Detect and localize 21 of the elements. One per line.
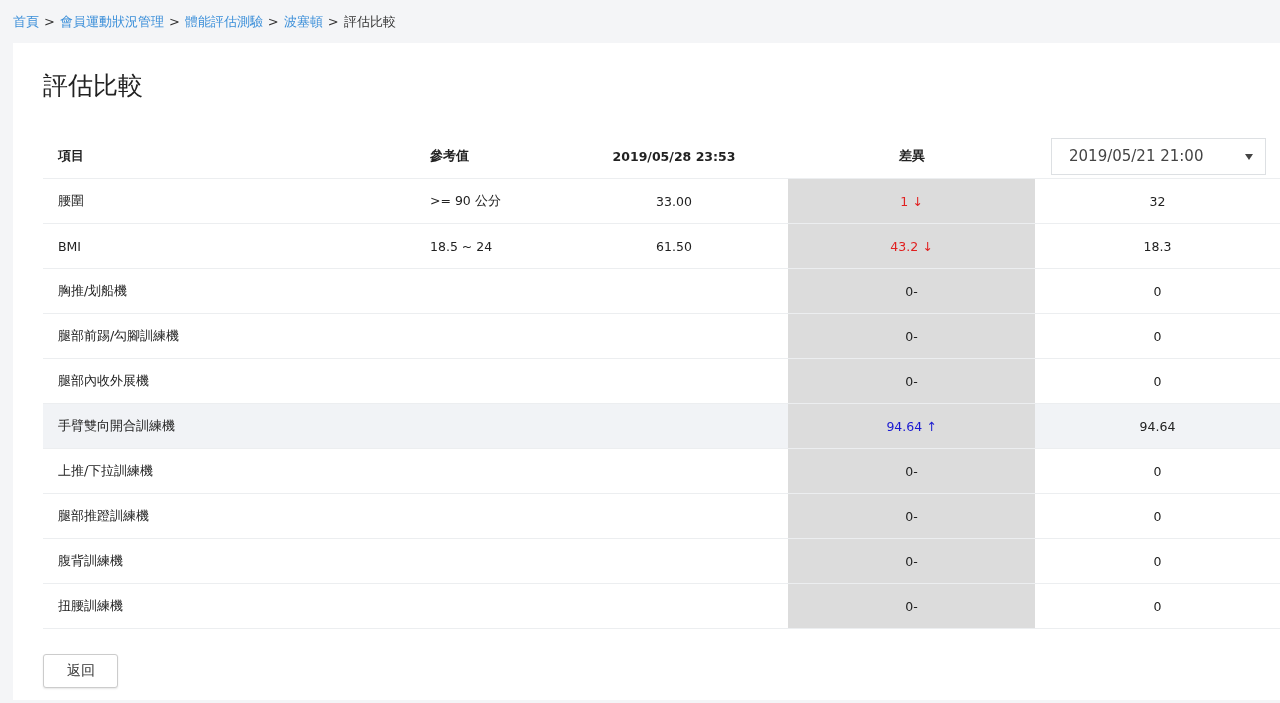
difference-cell: 0-	[788, 449, 1035, 494]
difference-cell: 94.64 ↑	[788, 404, 1035, 449]
difference-cell: 1 ↓	[788, 179, 1035, 224]
date-select[interactable]: 2019/05/21 21:00	[1051, 137, 1266, 175]
difference-cell: 0-	[788, 539, 1035, 584]
difference-cell: 0-	[788, 359, 1035, 404]
page-title: 評估比較	[43, 70, 144, 102]
breadcrumb-separator: >	[44, 14, 55, 29]
table-cell: 94.64	[1035, 404, 1280, 449]
breadcrumb-separator: >	[168, 14, 180, 29]
difference-cell: 0-	[788, 314, 1035, 359]
back-button[interactable]: 返回	[43, 654, 118, 688]
table-cell: 手臂雙向開合訓練機	[43, 404, 415, 449]
difference-cell: 0-	[788, 269, 1035, 314]
difference-cell: 43.2 ↓	[788, 224, 1035, 269]
breadcrumb-current: 評估比較	[343, 12, 396, 31]
difference-cell: 0-	[788, 494, 1035, 539]
difference-cell: 0-	[788, 584, 1035, 629]
caret-icon	[1245, 153, 1253, 160]
breadcrumb-separator: >	[327, 14, 339, 29]
breadcrumb-separator: >	[267, 14, 279, 29]
